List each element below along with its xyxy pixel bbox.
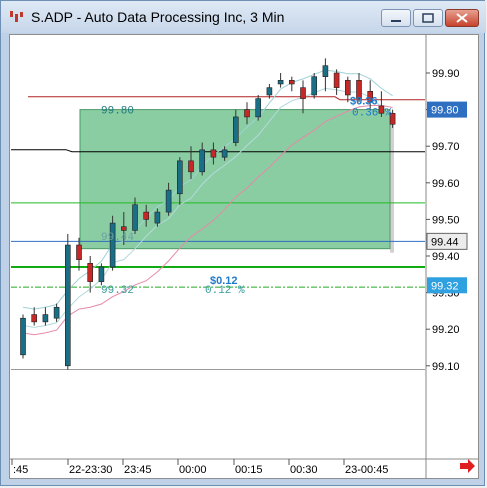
close-icon: [456, 13, 468, 23]
title-bar[interactable]: S.ADP - Auto Data Processing Inc, 3 Min: [1, 1, 486, 33]
candle-body: [199, 149, 205, 173]
candle-body: [76, 244, 82, 260]
window-title: S.ADP - Auto Data Processing Inc, 3 Min: [31, 9, 285, 25]
y-tick-label: 99.50: [432, 214, 460, 226]
candle-body: [244, 109, 250, 118]
minimize-icon: [391, 20, 401, 22]
annotation-label: 99.80: [101, 106, 134, 118]
price-chart[interactable]: 99.80$0.360.36 %99.32$0.120.12 %99.4499.…: [10, 35, 478, 478]
candle-body: [64, 244, 71, 367]
candle-body: [288, 80, 295, 85]
candle-body: [300, 87, 306, 99]
candle-body: [255, 98, 261, 118]
annotation-label: 99.32: [101, 285, 134, 297]
position-box-shadow: [390, 113, 394, 253]
candle-21: [255, 94, 261, 121]
x-tick-label: 00:00: [179, 464, 207, 476]
candle-body: [277, 80, 284, 85]
candle-4: [64, 234, 71, 370]
y-tick-label: 99.40: [432, 251, 460, 263]
candle-body: [188, 160, 194, 173]
chart-panel[interactable]: 99.80 $0.36 0.36 % 99.32 $0.12 0.12 % 99.44 99.…: [9, 34, 479, 479]
restore-icon: [422, 13, 434, 23]
y-tick-label: 99.90: [432, 68, 460, 80]
candle-body: [177, 160, 183, 195]
annotation-label: 0.12 %: [205, 285, 245, 297]
price-marker-label: 99.44: [431, 236, 459, 248]
annotation-label: 0.36 %: [352, 107, 392, 119]
candle-body: [221, 149, 228, 158]
x-tick-label: 00:30: [290, 464, 318, 476]
x-tick-label: 23:45: [124, 464, 152, 476]
annotation-label: 99.44: [101, 232, 134, 244]
x-tick-label: :45: [13, 464, 28, 476]
price-marker-label: 99.32: [431, 280, 459, 292]
candle-body: [98, 266, 105, 282]
candle-body: [266, 87, 273, 96]
restore-button[interactable]: [413, 9, 443, 27]
candle-body: [165, 189, 172, 213]
candle-body: [333, 72, 340, 88]
candle-body: [154, 211, 161, 224]
candle-body: [210, 149, 217, 158]
x-tick-label: 22-23:30: [69, 464, 112, 476]
price-marker-label: 99.80: [431, 105, 459, 117]
candle-body: [121, 226, 127, 231]
candle-body: [31, 314, 38, 323]
minimize-button[interactable]: [381, 9, 411, 27]
candle-body: [132, 204, 138, 231]
candle-body: [20, 317, 26, 356]
app-chart-icon: [10, 11, 23, 22]
annotation-label: $0.36: [350, 95, 378, 107]
candle-body: [87, 263, 93, 282]
candle-body: [42, 314, 49, 323]
candle-body: [322, 65, 329, 77]
x-tick-label: 23-00:45: [345, 464, 388, 476]
y-tick-label: 99.60: [432, 178, 460, 190]
close-button[interactable]: [445, 9, 479, 27]
candle-26: [311, 73, 318, 99]
chart-window: S.ADP - Auto Data Processing Inc, 3 Min …: [0, 0, 486, 486]
y-tick-label: 99.10: [432, 361, 460, 373]
candle-body: [53, 306, 60, 319]
candle-body: [109, 222, 116, 268]
candle-body: [311, 76, 318, 96]
candle-body: [143, 211, 149, 220]
candle-body: [344, 80, 351, 96]
y-tick-label: 99.20: [432, 324, 460, 336]
candle-0: [20, 314, 26, 359]
y-tick-label: 99.70: [432, 141, 460, 153]
x-tick-label: 00:15: [235, 464, 263, 476]
scroll-right-arrow-icon[interactable]: [460, 459, 475, 473]
candle-body: [233, 116, 239, 143]
